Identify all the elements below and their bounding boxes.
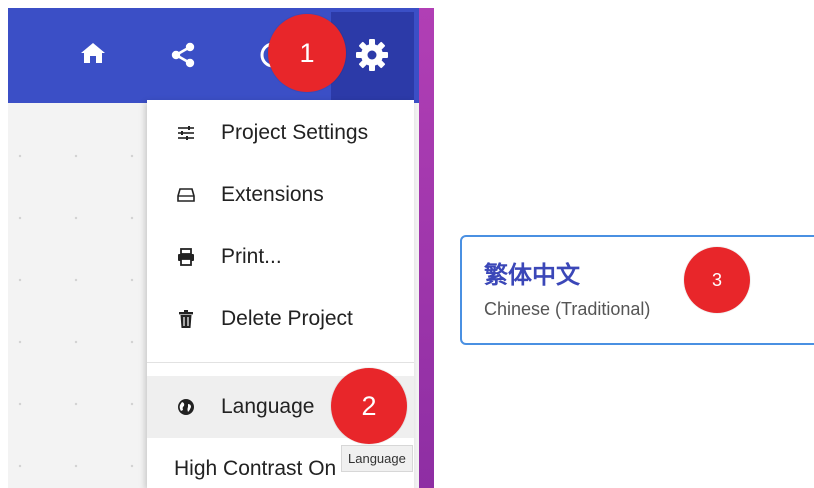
menu-item-label: Delete Project <box>221 307 353 330</box>
menu-item-label: Language <box>221 395 315 418</box>
toolbox-strip <box>419 8 434 488</box>
menu-item-print[interactable]: Print... <box>147 226 414 288</box>
step-badge-1: 1 <box>268 14 346 92</box>
screenshot-root: Project Settings Extensions Print... Del… <box>0 0 814 488</box>
drive-icon <box>177 186 195 204</box>
menu-item-extensions[interactable]: Extensions <box>147 164 414 226</box>
language-english-name: Chinese (Traditional) <box>484 299 651 319</box>
language-option-card[interactable]: 繁体中文 Chinese (Traditional) <box>460 235 814 345</box>
step-badge-3: 3 <box>684 247 750 313</box>
menu-divider <box>147 362 414 363</box>
menu-item-project-settings[interactable]: Project Settings <box>147 102 414 164</box>
app-region: Project Settings Extensions Print... Del… <box>0 0 434 488</box>
menu-item-delete-project[interactable]: Delete Project <box>147 288 414 350</box>
home-icon[interactable] <box>76 38 110 68</box>
menu-item-label: Extensions <box>221 183 324 206</box>
step-badge-2: 2 <box>331 368 407 444</box>
trash-icon <box>177 310 195 328</box>
menu-item-label: Print... <box>221 245 282 268</box>
globe-icon <box>177 398 195 416</box>
language-tooltip: Language <box>341 445 413 472</box>
gear-icon <box>353 36 391 74</box>
print-icon <box>177 248 195 266</box>
language-native-name: 繁体中文 <box>484 261 580 289</box>
share-icon[interactable] <box>166 38 200 72</box>
menu-item-label: Project Settings <box>221 121 369 144</box>
menu-item-label: High Contrast On <box>174 457 337 480</box>
sliders-icon <box>177 124 195 142</box>
